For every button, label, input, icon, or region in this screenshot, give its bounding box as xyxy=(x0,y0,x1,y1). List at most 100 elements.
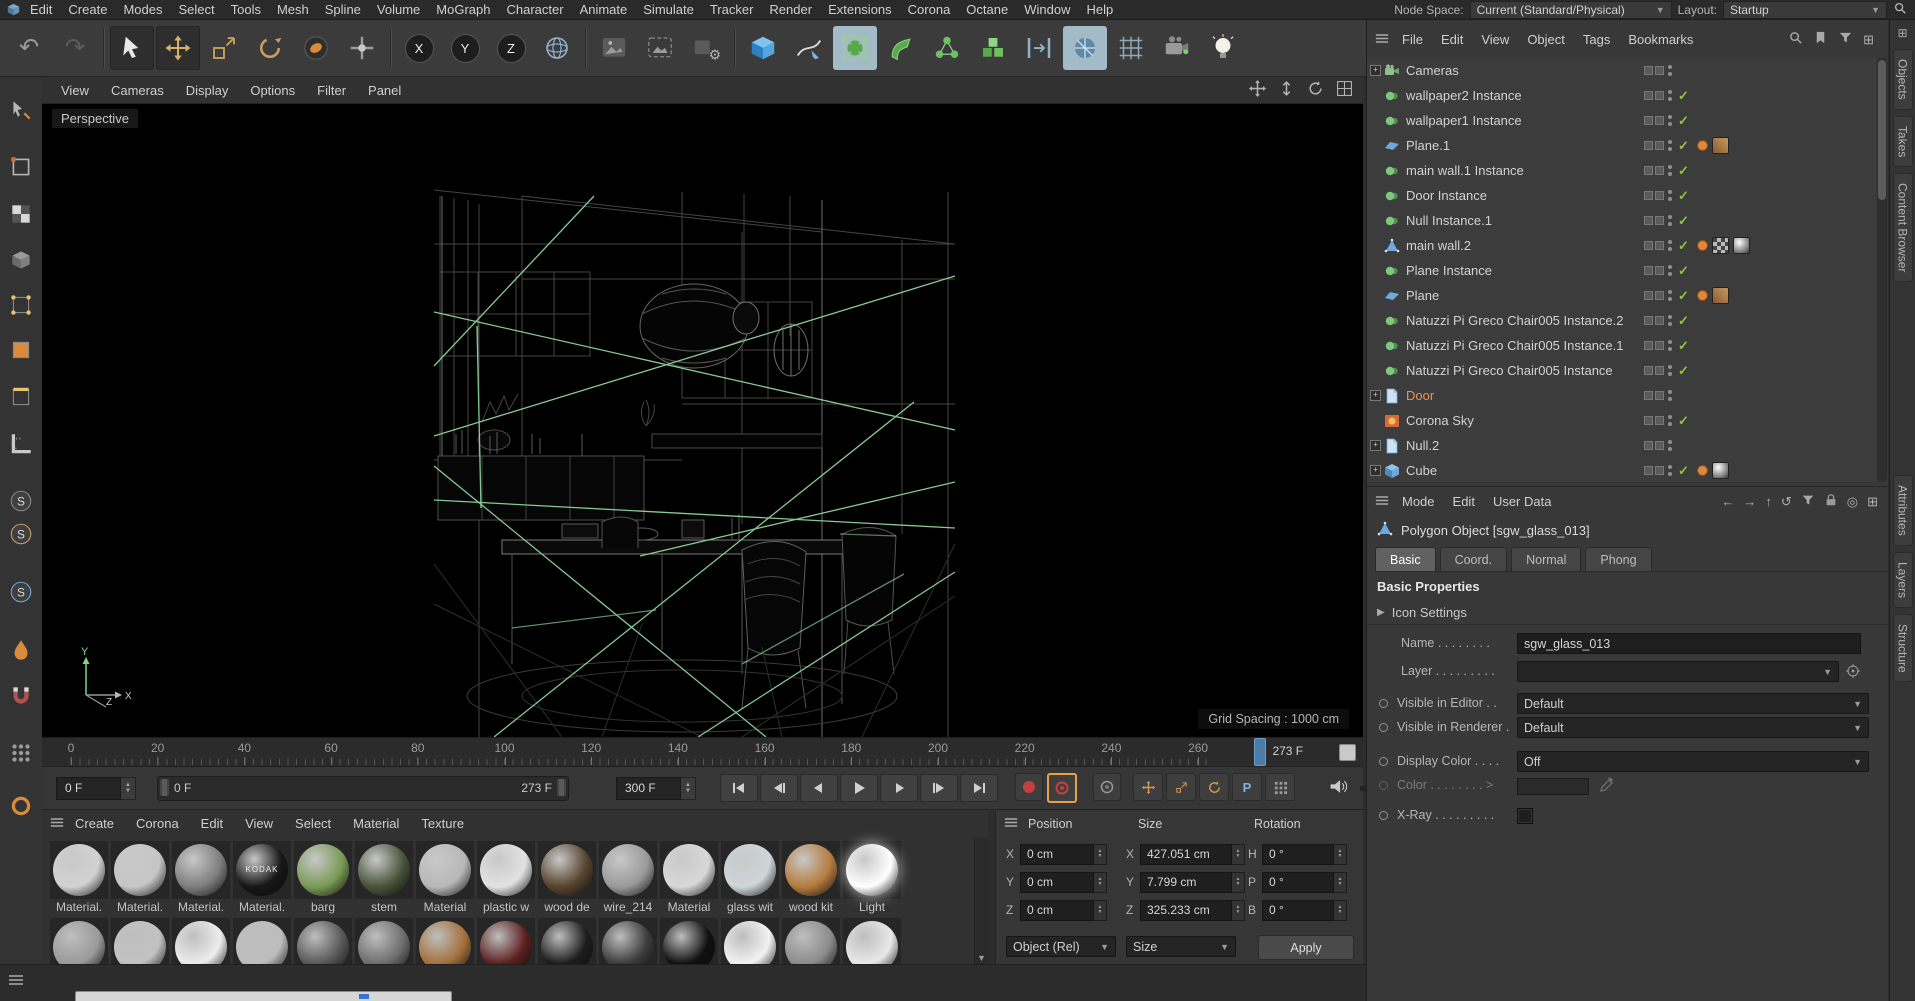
render-settings-tool-button[interactable]: ⚙ xyxy=(684,26,728,70)
previous-frame-button[interactable] xyxy=(800,774,838,802)
layer-square[interactable] xyxy=(1644,116,1653,125)
point-mode-button[interactable] xyxy=(4,288,38,322)
material-thumbnail[interactable] xyxy=(660,918,718,964)
menubar-item-render[interactable]: Render xyxy=(761,2,820,17)
material-thumbnail[interactable] xyxy=(50,918,108,964)
object-row-main-wall-2[interactable]: main wall.2 ✓ xyxy=(1367,233,1876,258)
world-coords-tool-button[interactable] xyxy=(535,26,579,70)
visibility-dots[interactable] xyxy=(1668,340,1672,351)
material-item[interactable] xyxy=(50,918,110,964)
layer-square[interactable] xyxy=(1644,191,1653,200)
back-icon[interactable]: ← xyxy=(1721,494,1734,509)
material-item[interactable] xyxy=(538,918,598,964)
menubar-item-mesh[interactable]: Mesh xyxy=(269,2,317,17)
rotation-b-input[interactable]: 0 ° xyxy=(1262,899,1334,921)
layout-dropdown[interactable]: Startup ▼ xyxy=(1723,0,1887,19)
material-item[interactable]: KODAK Material. xyxy=(233,841,293,914)
keyframe-ring-icon[interactable] xyxy=(1379,757,1388,766)
menubar-item-modes[interactable]: Modes xyxy=(115,2,170,17)
material-thumbnail[interactable] xyxy=(172,918,230,964)
key-position-toggle[interactable] xyxy=(1133,773,1163,801)
layer-square[interactable] xyxy=(1655,316,1664,325)
material-thumbnail[interactable] xyxy=(111,841,169,899)
viewport-menu-filter[interactable]: Filter xyxy=(306,83,357,98)
marker-tool-button[interactable] xyxy=(4,789,38,823)
size-x-input[interactable]: 427.051 cm xyxy=(1140,843,1232,865)
zoom-view-icon[interactable] xyxy=(1278,80,1295,100)
layout-icon[interactable]: ⊞ xyxy=(1863,32,1874,47)
record-button[interactable] xyxy=(1015,773,1043,801)
tab-phong[interactable]: Phong xyxy=(1585,547,1652,571)
menubar-item-create[interactable]: Create xyxy=(60,2,115,17)
material-thumbnail[interactable] xyxy=(843,918,901,964)
render-check-icon[interactable]: ✓ xyxy=(1678,163,1689,179)
object-manager-menu-object[interactable]: Object xyxy=(1518,32,1574,47)
keyframe-ring-icon[interactable] xyxy=(1379,811,1388,820)
attribute-menu-edit[interactable]: Edit xyxy=(1444,494,1484,509)
key-parameter-toggle[interactable]: P xyxy=(1232,773,1262,801)
spinner-arrows-icon[interactable]: ▲ ▼ xyxy=(1334,843,1347,865)
keyframe-selection-button[interactable] xyxy=(1093,773,1121,801)
next-key-button[interactable] xyxy=(920,774,958,802)
snap-all-button[interactable]: S xyxy=(4,575,38,609)
material-item[interactable] xyxy=(111,918,171,964)
material-panel-menu-icon[interactable] xyxy=(50,816,64,831)
previous-key-button[interactable] xyxy=(760,774,798,802)
workplane-tool-button[interactable] xyxy=(1109,26,1153,70)
layer-square[interactable] xyxy=(1644,66,1653,75)
visibility-dots[interactable] xyxy=(1668,415,1672,426)
material-item[interactable] xyxy=(477,918,537,964)
render-check-icon[interactable]: ✓ xyxy=(1678,138,1689,154)
timeline-options-button[interactable] xyxy=(1339,744,1356,761)
key-scale-toggle[interactable] xyxy=(1166,773,1196,801)
material-thumbnail[interactable] xyxy=(111,918,169,964)
menubar-item-character[interactable]: Character xyxy=(498,2,571,17)
redo-tool-button[interactable]: ↷ xyxy=(53,26,97,70)
visibility-dots[interactable] xyxy=(1668,215,1672,226)
material-item[interactable]: stem xyxy=(355,841,415,914)
menubar-item-animate[interactable]: Animate xyxy=(572,2,636,17)
rotation-h-input[interactable]: 0 ° xyxy=(1262,843,1334,865)
texture-tag-icon[interactable] xyxy=(1712,462,1729,479)
spline-pen-tool-button[interactable] xyxy=(787,26,831,70)
workplane-mode-button[interactable] xyxy=(4,243,38,277)
spinner-arrows-icon[interactable]: ▲ ▼ xyxy=(1232,899,1245,921)
material-thumbnail[interactable] xyxy=(355,918,413,964)
spinner-arrows-icon[interactable]: ▲ ▼ xyxy=(121,776,136,800)
menubar-item-edit[interactable]: Edit xyxy=(22,2,60,17)
texture-tag-icon[interactable] xyxy=(1712,137,1729,154)
live-selection-tool-button[interactable] xyxy=(110,26,154,70)
range-start-grip[interactable] xyxy=(160,778,169,796)
layer-square[interactable] xyxy=(1644,266,1653,275)
last-frame-spinner[interactable]: 300 F ▲ ▼ xyxy=(616,776,696,800)
object-row-null-2[interactable]: + Null.2 xyxy=(1367,433,1876,458)
render-check-icon[interactable]: ✓ xyxy=(1678,288,1689,304)
viewport-menu-cameras[interactable]: Cameras xyxy=(100,83,175,98)
layer-square[interactable] xyxy=(1644,466,1653,475)
rotate-tool-button[interactable] xyxy=(248,26,292,70)
dock-tab-takes[interactable]: Takes xyxy=(1892,115,1913,168)
jump-start-button[interactable] xyxy=(720,774,758,802)
volume-tool-button[interactable] xyxy=(971,26,1015,70)
tab-normal[interactable]: Normal xyxy=(1511,547,1582,571)
material-menu-create[interactable]: Create xyxy=(64,816,125,831)
material-scrollbar[interactable]: ▼ xyxy=(974,838,988,964)
material-item[interactable] xyxy=(599,918,659,964)
coordinate-mode-dropdown[interactable]: Object (Rel) ▼ xyxy=(1006,936,1116,957)
viewport-menu-panel[interactable]: Panel xyxy=(357,83,412,98)
material-thumbnail[interactable] xyxy=(50,841,108,899)
object-row-wallpaper1-instance[interactable]: wallpaper1 Instance ✓ xyxy=(1367,108,1876,133)
model-mode-button[interactable] xyxy=(4,150,38,184)
icon-settings-row[interactable]: ▶ Icon Settings xyxy=(1367,601,1888,625)
layer-square[interactable] xyxy=(1655,216,1664,225)
fields-tool-button[interactable] xyxy=(1017,26,1061,70)
menubar-item-help[interactable]: Help xyxy=(1078,2,1121,17)
layer-square[interactable] xyxy=(1644,341,1653,350)
material-thumbnail[interactable]: KODAK xyxy=(233,841,291,899)
texture-tag-icon[interactable] xyxy=(1733,237,1750,254)
keyframe-ring-icon[interactable] xyxy=(1379,699,1388,708)
viewport[interactable]: Perspective Grid Spacing : 1000 cm Y X Z xyxy=(42,104,1363,737)
focus-icon[interactable]: ◎ xyxy=(1847,494,1858,509)
material-thumbnail[interactable] xyxy=(233,918,291,964)
object-tree-scrollbar[interactable] xyxy=(1877,58,1887,482)
